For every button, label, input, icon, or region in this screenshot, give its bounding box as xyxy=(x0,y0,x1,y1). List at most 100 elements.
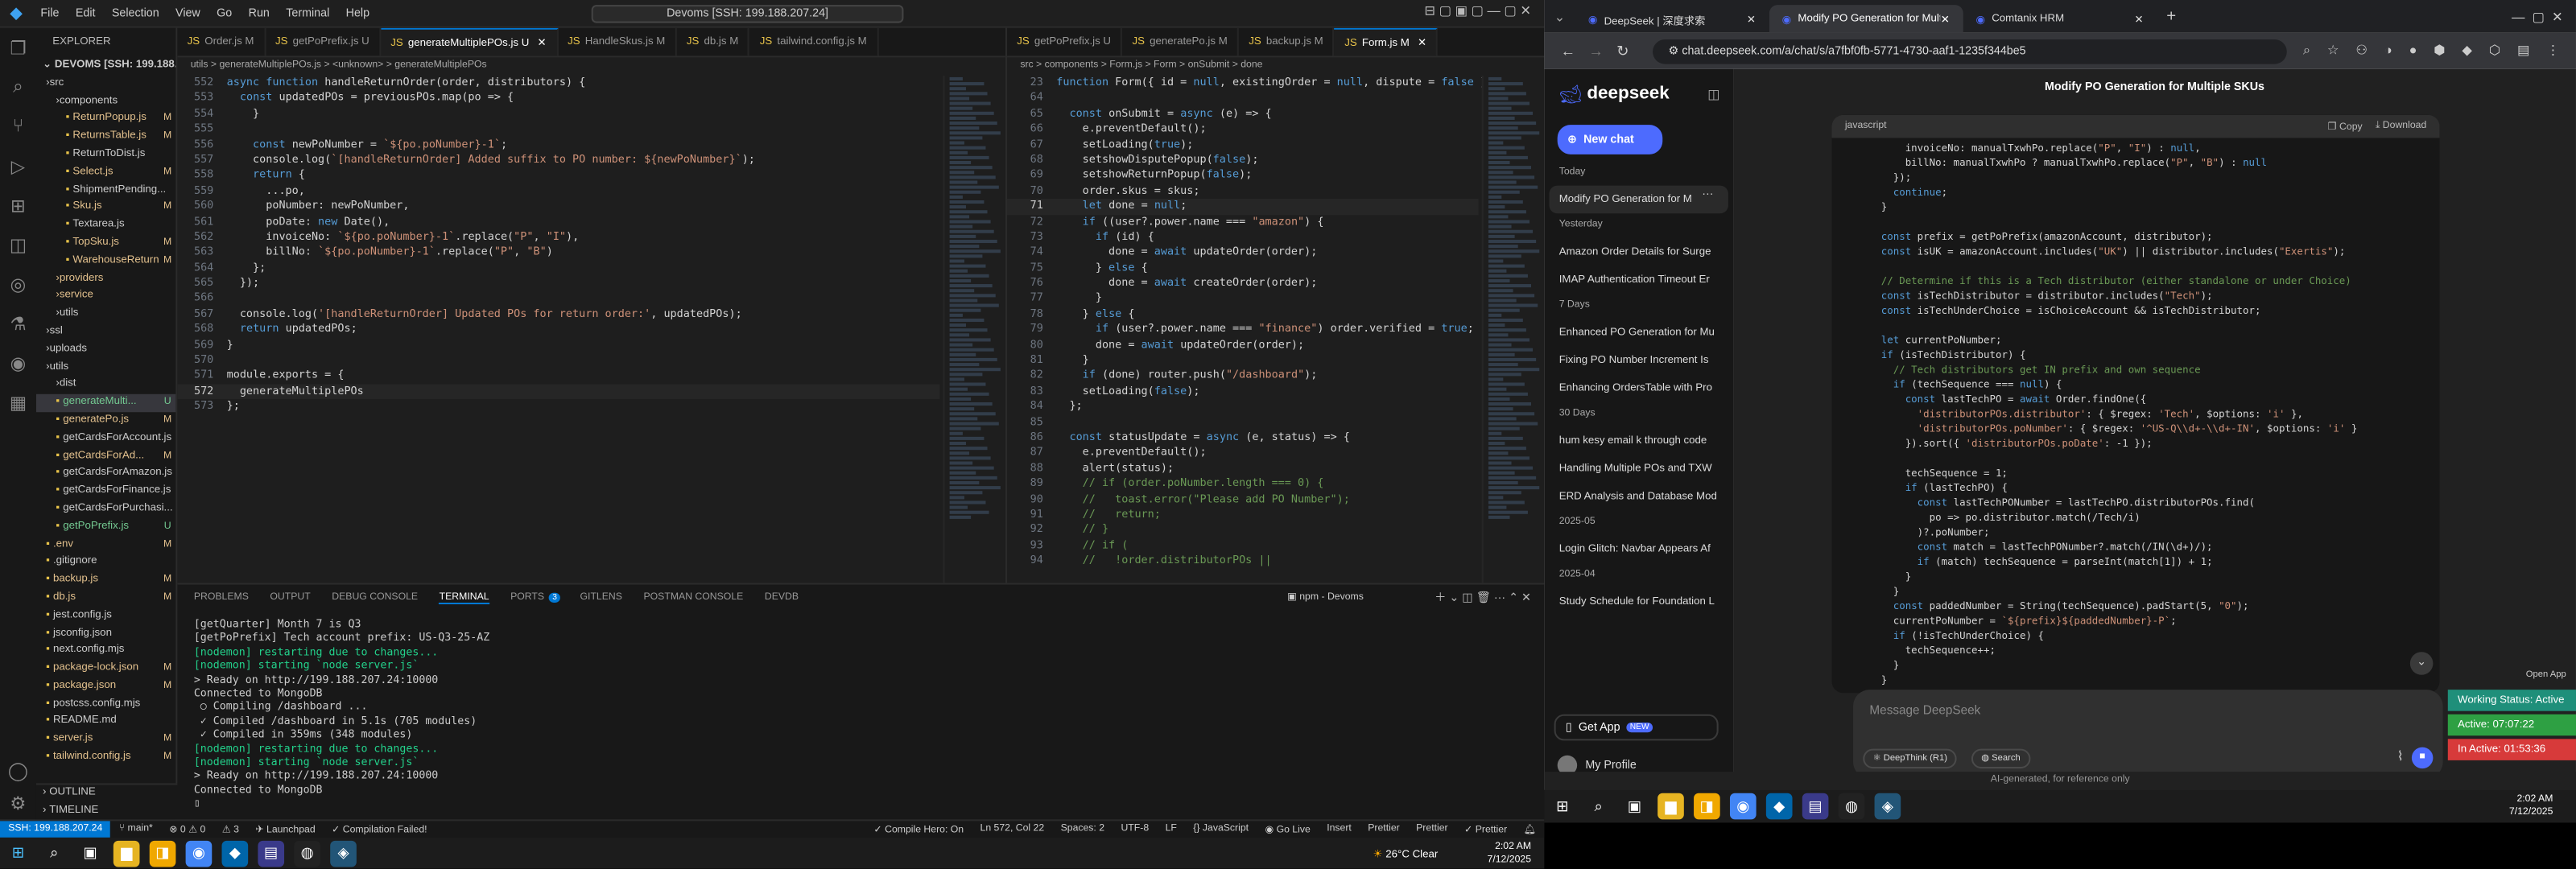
clock-left[interactable]: 2:02 AM 7/12/2025 xyxy=(1488,840,1545,867)
get-app-button[interactable]: ▯ Get App NEW xyxy=(1554,714,1719,741)
encoding[interactable]: UTF-8 xyxy=(1113,824,1157,834)
app-icon[interactable]: ▤ xyxy=(1802,793,1829,820)
history-item[interactable]: Handling Multiple POs and TXW xyxy=(1544,455,1733,483)
docker-icon[interactable]: ▦ xyxy=(0,383,36,422)
compile-hero-status[interactable]: ✓ Compile Hero: On xyxy=(865,823,972,835)
windows-start-icon[interactable]: ⊞ xyxy=(5,840,31,867)
files-icon[interactable]: ❐ xyxy=(0,28,36,68)
minimap-right[interactable] xyxy=(1481,75,1545,583)
outline-header[interactable]: › OUTLINE xyxy=(36,785,178,803)
prettier-status-2[interactable]: Prettier xyxy=(1408,824,1456,834)
tree-file[interactable]: ▪ package-lock.json M xyxy=(36,661,175,678)
tree-file[interactable]: ▪ postcss.config.mjs xyxy=(36,696,175,714)
open-app-link[interactable]: Open App xyxy=(2526,670,2566,680)
window-controls[interactable]: ⊟ ▢ ▣ ▢ — ▢ ✕ xyxy=(1424,3,1531,18)
command-center-search[interactable]: Devoms [SSH: 199.188.207.24] xyxy=(591,5,904,23)
branch-indicator[interactable]: ⑂ main* xyxy=(111,824,161,834)
deepthink-toggle[interactable]: ⚛ DeepThink (R1) xyxy=(1863,748,1958,769)
timeline-header[interactable]: › TIMELINE xyxy=(36,803,178,821)
file-explorer-icon[interactable]: ▆ xyxy=(1657,793,1684,820)
tree-folder[interactable]: › dist xyxy=(36,377,175,394)
tree-file[interactable]: ▪ .env M xyxy=(36,536,175,554)
history-item[interactable]: ERD Analysis and Database Mod xyxy=(1544,483,1733,511)
app-icon[interactable]: ▤ xyxy=(258,839,285,867)
run-debug-icon[interactable]: ▷ xyxy=(0,146,36,186)
scroll-down-button[interactable]: ⌄ xyxy=(2409,652,2434,675)
hrm-status-2[interactable]: In Active: 01:53:36 xyxy=(2447,739,2576,760)
tree-folder[interactable]: › utils xyxy=(36,306,175,323)
url-field[interactable]: ⚙ chat.deepseek.com/a/chat/s/a7fbf0fb-57… xyxy=(1652,38,2287,64)
panel-tab-debug-console[interactable]: DEBUG CONSOLE xyxy=(332,593,418,603)
postman-icon[interactable]: ◉ xyxy=(0,344,36,383)
tree-file[interactable]: ▪ ReturnPopup.js M xyxy=(36,111,175,129)
taskbar-search-icon[interactable]: ⌕ xyxy=(41,840,68,867)
tree-file[interactable]: ▪ server.js M xyxy=(36,731,175,749)
menu-file[interactable]: File xyxy=(32,7,67,19)
tree-file[interactable]: ▪ Sku.js M xyxy=(36,200,175,217)
attach-icon[interactable]: ⌇ xyxy=(2397,749,2404,764)
app-icon-2[interactable]: ◈ xyxy=(330,839,357,867)
github-desktop-icon[interactable]: ◍ xyxy=(294,839,320,867)
language-mode[interactable]: {} JavaScript xyxy=(1185,824,1257,834)
panel-tab-terminal[interactable]: TERMINAL xyxy=(439,592,489,603)
copy-button[interactable]: ❐ Copy xyxy=(2328,121,2363,132)
close-icon[interactable]: ✕ xyxy=(1747,12,1756,25)
code-block-body[interactable]: invoiceNo: manualTxwhPo.replace("P", "I"… xyxy=(1831,138,2439,694)
vscode-icon[interactable]: ◆ xyxy=(221,839,249,867)
history-item[interactable]: Fixing PO Number Increment Is xyxy=(1544,347,1733,375)
tree-file[interactable]: ▪ getCardsForFinance.js xyxy=(36,483,175,500)
menu-go[interactable]: Go xyxy=(208,7,240,19)
editor-tab[interactable]: JS Order.js M xyxy=(177,27,266,56)
history-item[interactable]: Amazon Order Details for Surge xyxy=(1544,238,1733,266)
tree-file[interactable]: ▪ ShipmentPending... xyxy=(36,182,175,200)
settings-gear-icon[interactable]: ⚙ xyxy=(0,783,36,822)
problems-indicator[interactable]: ⊗ 0 ⚠ 0 xyxy=(161,823,213,835)
menu-run[interactable]: Run xyxy=(240,7,278,19)
tree-folder[interactable]: › components xyxy=(36,93,175,110)
menu-help[interactable]: Help xyxy=(337,7,378,19)
search-icon[interactable]: ⌕ xyxy=(0,68,36,107)
file-explorer-icon[interactable]: ▆ xyxy=(113,839,140,867)
editor-tab[interactable]: JS getPoPrefix.js U xyxy=(1007,27,1123,56)
line-ending[interactable]: LF xyxy=(1157,824,1185,834)
extensions-icon[interactable]: ⊞ xyxy=(0,186,36,225)
app-icon-2[interactable]: ◈ xyxy=(1874,793,1901,820)
panel-tab-devdb[interactable]: DEVDB xyxy=(765,593,799,603)
send-button[interactable]: ■ xyxy=(2411,747,2434,769)
gitlens-icon[interactable]: ◎ xyxy=(0,265,36,304)
prettier-status-3[interactable]: ✓ Prettier xyxy=(1456,823,1516,835)
insert-mode[interactable]: Insert xyxy=(1319,824,1360,834)
browser-tab[interactable]: ◉ Modify PO Generation for Multi ✕ xyxy=(1769,5,1963,33)
remote-indicator[interactable]: SSH: 199.188.207.24 xyxy=(0,820,111,838)
terminal-output[interactable]: [getQuarter] Month 7 is Q3 [getPoPrefix] … xyxy=(177,611,1544,817)
tree-folder[interactable]: › ssl xyxy=(36,323,175,341)
forward-icon[interactable]: → xyxy=(1582,43,1610,59)
chrome-icon[interactable]: ◉ xyxy=(185,839,213,867)
breadcrumb[interactable]: src > components > Form.js > Form > onSu… xyxy=(1007,57,1544,73)
tree-file[interactable]: ▪ Select.js M xyxy=(36,164,175,182)
window-controls[interactable]: — ▢ ✕ xyxy=(2512,9,2576,23)
tree-file[interactable]: ▪ backup.js M xyxy=(36,571,175,589)
tree-file[interactable]: ▪ ReturnToDist.js xyxy=(36,146,175,164)
message-input[interactable]: Message DeepSeek xyxy=(1869,702,1980,717)
tree-file[interactable]: ▪ .gitignore xyxy=(36,554,175,571)
new-tab-button[interactable]: + xyxy=(2157,7,2186,25)
menu-view[interactable]: View xyxy=(167,7,208,19)
github-desktop-icon[interactable]: ◍ xyxy=(1838,793,1865,820)
tree-file[interactable]: ▪ generateMulti... U xyxy=(35,394,176,413)
close-icon[interactable]: ✕ xyxy=(1418,38,1426,49)
vscode-icon[interactable]: ◆ xyxy=(1765,793,1793,820)
tree-file[interactable]: ▪ getCardsForAd... M xyxy=(36,447,175,465)
browser-tab[interactable]: ◉ DeepSeek | 深度求索 ✕ xyxy=(1575,5,1769,33)
task-view-icon[interactable]: ▣ xyxy=(77,840,104,867)
panel-tab-output[interactable]: OUTPUT xyxy=(270,593,310,603)
tree-file[interactable]: ▪WarehouseReturn.js M xyxy=(36,253,175,270)
tree-file[interactable]: ▪ README.md xyxy=(36,714,175,731)
download-button[interactable]: ⤓ Download xyxy=(2376,121,2426,132)
tree-file[interactable]: ▪ jest.config.js xyxy=(36,607,175,624)
menu-terminal[interactable]: Terminal xyxy=(278,7,337,19)
tab-search-icon[interactable]: ⌄ xyxy=(1544,9,1575,23)
history-item[interactable]: Enhanced PO Generation for Mu xyxy=(1544,319,1733,347)
terminal-cursor[interactable]: ▯ xyxy=(194,797,1528,810)
tree-folder[interactable]: › uploads xyxy=(36,341,175,359)
